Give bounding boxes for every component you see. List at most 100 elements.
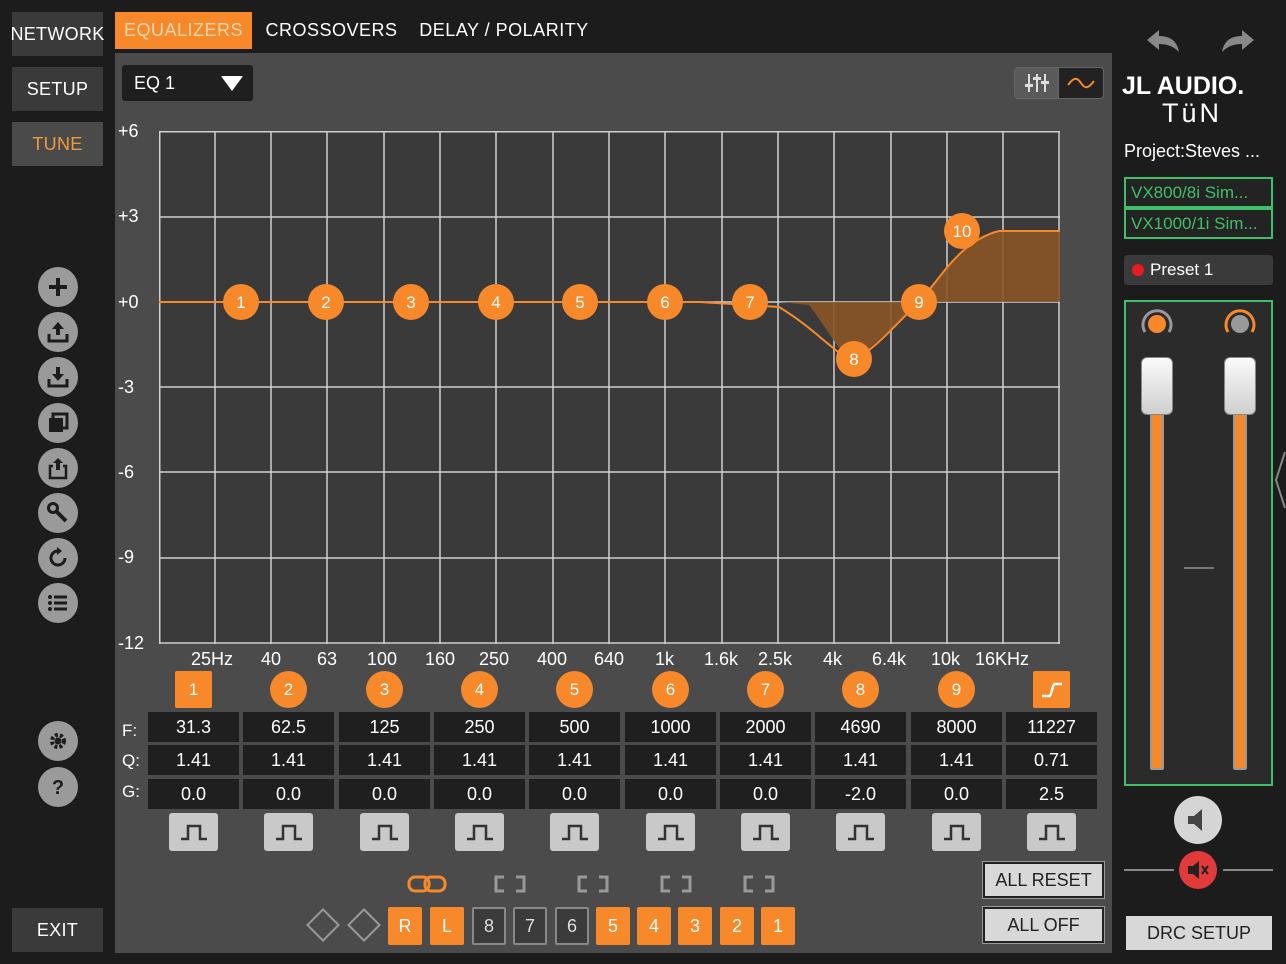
device-item[interactable]: VX1000/1i Sim... [1124,208,1273,239]
channel-button[interactable]: 6 [555,907,589,945]
channel-button[interactable]: 3 [678,907,712,945]
freq-field[interactable]: 250 [434,712,525,742]
link-off-icon[interactable] [490,873,530,895]
peak-filter-icon[interactable] [550,813,599,851]
freq-field[interactable]: 125 [339,712,430,742]
help-icon[interactable]: ? [38,767,78,807]
eq-response-graph[interactable]: 1 2 3 4 5 6 7 8 9 10 [159,131,1060,644]
q-field[interactable]: 1.41 [720,745,811,775]
view-toggle[interactable] [1014,67,1104,99]
band-badge[interactable]: 1 [175,671,212,708]
gain-field[interactable]: 0.0 [625,779,716,809]
panel-collapse-icon[interactable] [1273,450,1286,510]
right-knob[interactable] [1222,306,1258,342]
high-shelf-icon[interactable] [1033,671,1070,708]
exit-button[interactable]: EXIT [12,908,103,952]
q-field[interactable]: 1.41 [911,745,1002,775]
nav-network-button[interactable]: NETWORK [10,12,104,56]
nav-setup-button[interactable]: SETUP [12,67,103,111]
peak-filter-icon[interactable] [646,813,695,851]
tab-equalizers[interactable]: EQUALIZERS [115,12,252,49]
curve-view-icon[interactable] [1059,68,1103,98]
q-field[interactable]: 1.41 [148,745,239,775]
gain-field[interactable]: 0.0 [720,779,811,809]
channel-button[interactable]: 1 [761,907,795,945]
tab-crossovers[interactable]: CROSSOVERS [260,12,403,49]
freq-field[interactable]: 11227 [1006,712,1097,742]
freq-field[interactable]: 62.5 [243,712,334,742]
add-icon[interactable] [38,267,78,307]
eq-point[interactable]: 7 [732,284,768,320]
q-field[interactable]: 1.41 [243,745,334,775]
channel-button[interactable]: 2 [720,907,754,945]
band-badge[interactable]: 3 [366,671,403,708]
eq-select-dropdown[interactable]: EQ 1 [122,65,253,101]
eq-point[interactable]: 6 [647,284,683,320]
channel-button[interactable]: 7 [513,907,547,945]
eq-point[interactable]: 5 [562,284,598,320]
eq-point[interactable]: 4 [478,284,514,320]
band-badge[interactable]: 6 [652,671,689,708]
peak-filter-icon[interactable] [455,813,504,851]
gain-field[interactable]: 0.0 [148,779,239,809]
eq-point[interactable]: 10 [944,213,980,249]
link-on-icon[interactable] [407,873,447,895]
freq-field[interactable]: 4690 [815,712,906,742]
nav-tune-button[interactable]: TUNE [12,122,103,166]
redo-icon[interactable] [1220,28,1256,56]
freq-field[interactable]: 8000 [911,712,1002,742]
gain-field[interactable]: 2.5 [1006,779,1097,809]
eq-point[interactable]: 8 [836,341,872,377]
reset-icon[interactable] [38,538,78,578]
share-icon[interactable] [38,448,78,488]
list-icon[interactable] [38,583,78,623]
freq-field[interactable]: 500 [529,712,620,742]
left-fader-track[interactable] [1150,400,1164,770]
gain-field[interactable]: 0.0 [911,779,1002,809]
freq-field[interactable]: 1000 [625,712,716,742]
peak-filter-icon[interactable] [360,813,409,851]
freq-field[interactable]: 2000 [720,712,811,742]
band-badge[interactable]: 7 [747,671,784,708]
band-badge[interactable]: 5 [556,671,593,708]
left-fader-handle[interactable] [1141,357,1173,415]
band-badge[interactable]: 9 [938,671,975,708]
all-off-button[interactable]: ALL OFF [982,906,1105,944]
wrench-icon[interactable] [38,493,78,533]
copy-icon[interactable] [38,403,78,443]
peak-filter-icon[interactable] [1027,813,1076,851]
sliders-view-icon[interactable] [1015,68,1060,98]
eq-point[interactable]: 2 [308,284,344,320]
eq-point[interactable]: 9 [901,284,937,320]
speaker-icon[interactable] [1174,796,1222,844]
all-reset-button[interactable]: ALL RESET [982,861,1105,899]
gain-field[interactable]: -2.0 [815,779,906,809]
peak-filter-icon[interactable] [932,813,981,851]
download-icon[interactable] [38,357,78,397]
channel-button[interactable]: L [430,907,464,945]
channel-button[interactable]: 5 [596,907,630,945]
right-fader-handle[interactable] [1224,357,1256,415]
preset-selector[interactable]: Preset 1 [1124,255,1273,285]
q-field[interactable]: 1.41 [815,745,906,775]
channel-button[interactable]: 8 [472,907,506,945]
channel-button[interactable]: R [388,907,422,945]
gain-field[interactable]: 0.0 [529,779,620,809]
link-off-icon[interactable] [656,873,696,895]
device-item[interactable]: VX800/8i Sim... [1124,177,1273,208]
q-field[interactable]: 1.41 [529,745,620,775]
link-off-icon[interactable] [739,873,779,895]
freq-field[interactable]: 31.3 [148,712,239,742]
peak-filter-icon[interactable] [741,813,790,851]
eq-point[interactable]: 3 [393,284,429,320]
undo-icon[interactable] [1145,28,1181,56]
mute-icon[interactable] [1179,851,1217,889]
channel-button[interactable]: 4 [637,907,671,945]
q-field[interactable]: 1.41 [339,745,430,775]
q-field[interactable]: 0.71 [1006,745,1097,775]
band-badge[interactable]: 4 [461,671,498,708]
tab-delay-polarity[interactable]: DELAY / POLARITY [412,12,596,49]
band-badge[interactable]: 8 [842,671,879,708]
q-field[interactable]: 1.41 [625,745,716,775]
peak-filter-icon[interactable] [264,813,313,851]
